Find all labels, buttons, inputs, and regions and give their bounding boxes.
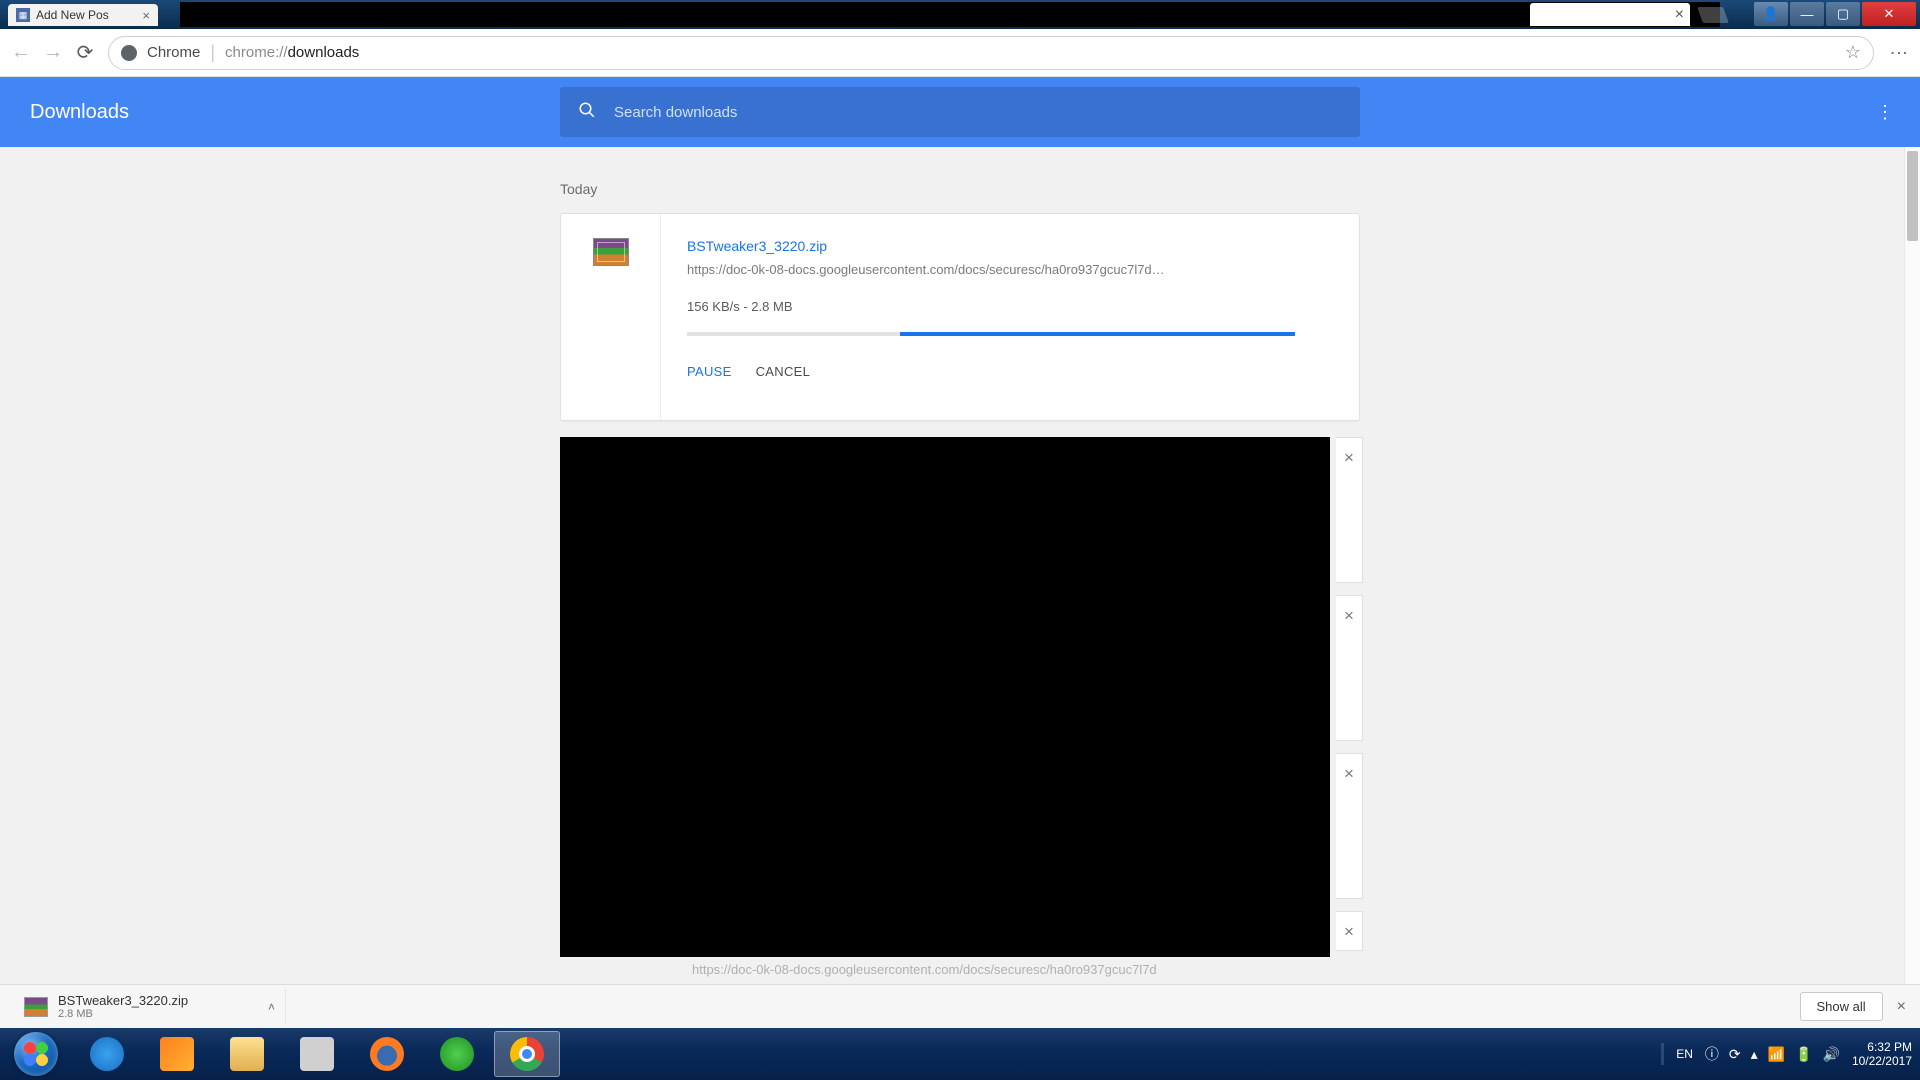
window-controls: 👤 — ▢ ✕ [1754,0,1920,29]
firefox-icon [370,1037,404,1071]
browser-menu-icon[interactable]: ⋮ [1888,44,1910,61]
utorrent-icon [440,1037,474,1071]
nav-reload-button[interactable]: ⟳ [74,42,96,64]
download-remove-button[interactable]: × [1336,753,1363,899]
taskbar-app-utorrent[interactable] [424,1031,490,1077]
tab-close-icon[interactable]: × [1675,6,1684,24]
nav-forward-button[interactable]: → [42,42,64,64]
browser-tab[interactable]: ▦ Add New Pos × [8,4,158,26]
taskbar-app-ie[interactable] [74,1031,140,1077]
tray-time: 6:32 PM [1852,1040,1912,1054]
address-bar[interactable]: Chrome | chrome://downloads ☆ [108,36,1874,70]
help-icon[interactable]: ⓘ [1705,1044,1719,1064]
taskbar-app-game[interactable] [284,1031,350,1077]
search-input[interactable] [614,104,1342,121]
new-tab-button[interactable] [1697,7,1729,23]
tab-close-icon[interactable]: × [142,8,150,23]
tab-favicon: ▦ [16,8,30,22]
tray-divider [1661,1043,1664,1065]
page-menu-icon[interactable]: ⋮ [1876,102,1894,123]
start-button[interactable] [6,1028,66,1080]
show-all-button[interactable]: Show all [1800,992,1883,1021]
mediaplayer-icon [160,1037,194,1071]
url-prefix: chrome:// [225,44,288,61]
tray-language[interactable]: EN [1676,1047,1693,1061]
download-status: 156 KB/s - 2.8 MB [687,299,1333,314]
taskbar-app-firefox[interactable] [354,1031,420,1077]
chevron-up-icon[interactable]: ▴ [1751,1046,1758,1063]
pause-button[interactable]: PAUSE [687,364,732,379]
system-tray: EN ⓘ ⟳ ▴ 📶 🔋 🔊 6:32 PM 10/22/2017 [1661,1040,1912,1069]
window-user-button[interactable]: 👤 [1754,2,1788,26]
cancel-button[interactable]: CANCEL [756,364,811,379]
shelf-item-name: BSTweaker3_3220.zip [58,993,188,1008]
chevron-up-icon[interactable]: ˄ [268,1000,275,1014]
window-titlebar: ▦ Add New Pos × × 👤 — ▢ ✕ [0,0,1920,29]
download-progress-bar [687,332,1295,336]
download-shelf: BSTweaker3_3220.zip 2.8 MB ˄ Show all × [0,984,1920,1028]
taskbar-app-chrome[interactable] [494,1031,560,1077]
bookmark-star-icon[interactable]: ☆ [1845,42,1861,63]
page-title: Downloads [30,101,129,124]
download-remove-button[interactable]: × [1336,911,1363,951]
windows-taskbar: EN ⓘ ⟳ ▴ 📶 🔋 🔊 6:32 PM 10/22/2017 [0,1028,1920,1080]
site-info-icon[interactable] [121,45,137,61]
download-remove-button[interactable]: × [1336,437,1363,583]
browser-tab-strip: ▦ Add New Pos × [8,4,158,26]
download-card: BSTweaker3_3220.zip https://doc-0k-08-do… [560,213,1360,421]
ie-icon [90,1037,124,1071]
redacted-area [560,437,1330,957]
taskbar-app-explorer[interactable] [214,1031,280,1077]
url-separator: | [210,42,215,63]
window-maximize-button[interactable]: ▢ [1826,2,1860,26]
scrollbar-track[interactable] [1904,147,1920,984]
battery-icon[interactable]: 🔋 [1795,1046,1812,1063]
file-archive-icon [24,997,48,1017]
download-filename[interactable]: BSTweaker3_3220.zip [687,238,1333,254]
redacted-area [180,2,1720,27]
download-remove-button[interactable]: × [1336,595,1363,741]
browser-tab-active[interactable]: × [1530,3,1690,26]
window-close-button[interactable]: ✕ [1862,2,1916,26]
chrome-icon [510,1037,544,1071]
nav-back-button[interactable]: ← [10,42,32,64]
tab-title: Add New Pos [36,8,109,22]
section-label: Today [560,181,597,197]
download-url: https://doc-0k-08-docs.googleusercontent… [687,262,1333,277]
shelf-item-size: 2.8 MB [58,1008,188,1020]
url-path: downloads [288,44,360,61]
file-archive-icon [593,238,629,266]
search-icon [578,101,596,124]
windows-orb-icon [14,1032,58,1076]
shelf-download-item[interactable]: BSTweaker3_3220.zip 2.8 MB ˄ [14,989,286,1024]
downloads-header: Downloads ⋮ [0,77,1920,147]
window-minimize-button[interactable]: — [1790,2,1824,26]
download-url: https://doc-0k-08-docs.googleusercontent… [692,962,1157,977]
url-scheme: Chrome [147,44,200,61]
network-icon[interactable]: 📶 [1768,1046,1785,1063]
browser-toolbar: ← → ⟳ Chrome | chrome://downloads ☆ ⋮ [0,29,1920,77]
app-icon [300,1037,334,1071]
tray-clock[interactable]: 6:32 PM 10/22/2017 [1852,1040,1912,1069]
download-progress-fill [900,332,1295,336]
volume-icon[interactable]: 🔊 [1823,1046,1840,1063]
downloads-content: Today BSTweaker3_3220.zip https://doc-0k… [0,147,1920,984]
folder-icon [230,1037,264,1071]
tray-icons: ⓘ ⟳ ▴ 📶 🔋 🔊 [1705,1044,1840,1064]
scrollbar-thumb[interactable] [1907,151,1918,241]
search-box[interactable] [560,87,1360,137]
taskbar-app-mediaplayer[interactable] [144,1031,210,1077]
download-icon-column [561,214,661,420]
shelf-close-icon[interactable]: × [1897,998,1906,1016]
sync-icon[interactable]: ⟳ [1729,1046,1741,1063]
tray-date: 10/22/2017 [1852,1054,1912,1068]
